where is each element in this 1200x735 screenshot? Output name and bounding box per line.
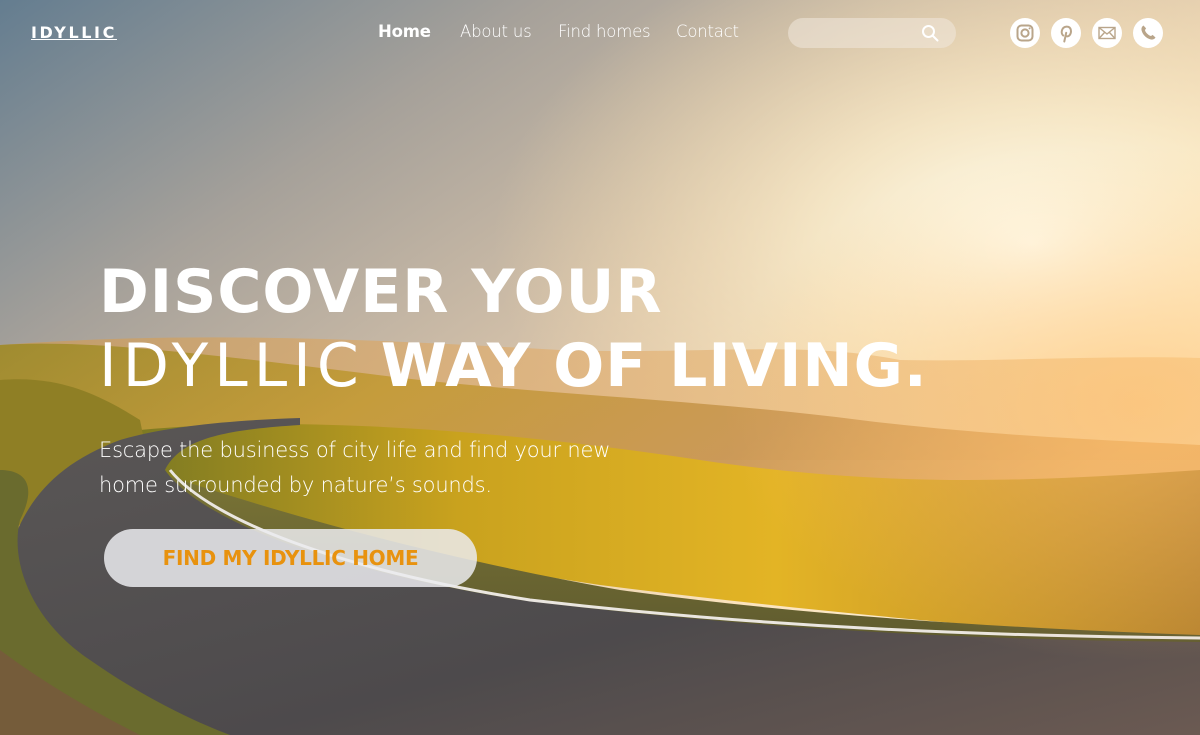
phone-icon [1141, 25, 1156, 40]
email-link[interactable] [1092, 18, 1122, 48]
nav-item-home[interactable]: Home [378, 22, 431, 41]
find-home-button[interactable]: FIND MY IDYLLIC HOME [104, 529, 477, 587]
hero-title: DISCOVER YOUR IDYLLIC WAY OF LIVING. [99, 255, 928, 403]
search-icon[interactable] [921, 24, 939, 42]
hero-title-line-1: DISCOVER YOUR [99, 257, 663, 327]
nav-item-find-homes[interactable]: Find homes [558, 22, 651, 41]
brand-logo[interactable]: IDYLLIC [31, 23, 117, 42]
search-bar [788, 18, 956, 50]
hero-subtitle: Escape the business of city life and fin… [99, 438, 611, 497]
pinterest-icon [1060, 25, 1072, 43]
top-navigation-bar: IDYLLIC Home About us Find homes Contact [0, 0, 1200, 66]
mail-icon [1098, 26, 1116, 40]
pinterest-link[interactable] [1051, 18, 1081, 48]
nav-item-contact[interactable]: Contact [676, 22, 739, 41]
nav-item-about-us[interactable]: About us [460, 22, 532, 41]
instagram-link[interactable] [1010, 18, 1040, 48]
instagram-icon [1016, 24, 1034, 42]
search-input[interactable] [802, 18, 926, 50]
hero-title-brand: IDYLLIC [99, 331, 365, 401]
phone-link[interactable] [1133, 18, 1163, 48]
hero-title-line-2: IDYLLIC WAY OF LIVING. [99, 329, 928, 403]
hero-title-rest: WAY OF LIVING. [380, 331, 928, 401]
